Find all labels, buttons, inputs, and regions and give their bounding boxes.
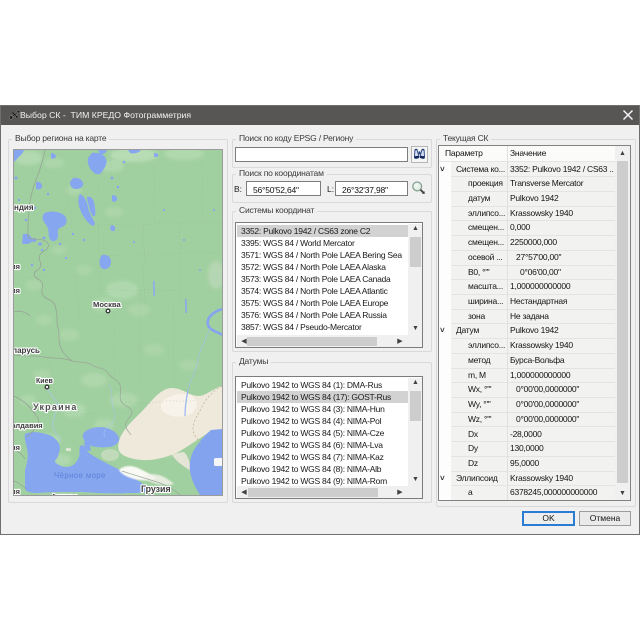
svg-text:Украина: Украина <box>33 402 78 412</box>
svg-text:олдавия: олдавия <box>14 421 43 430</box>
svg-text:ия: ия <box>14 443 20 452</box>
svg-text:Киев: Киев <box>36 378 53 385</box>
svg-text:Чёрное море: Чёрное море <box>54 471 106 480</box>
svg-text:ларусь: ларусь <box>14 346 40 355</box>
svg-text:Москва: Москва <box>93 300 121 309</box>
svg-text:Анкара: Анкара <box>51 492 79 495</box>
svg-text:Грузия: Грузия <box>141 484 171 494</box>
svg-text:ия: ия <box>14 286 20 295</box>
svg-text:ндия: ндия <box>14 203 34 212</box>
svg-text:ия: ия <box>14 487 20 495</box>
svg-text:ия: ия <box>14 262 20 271</box>
